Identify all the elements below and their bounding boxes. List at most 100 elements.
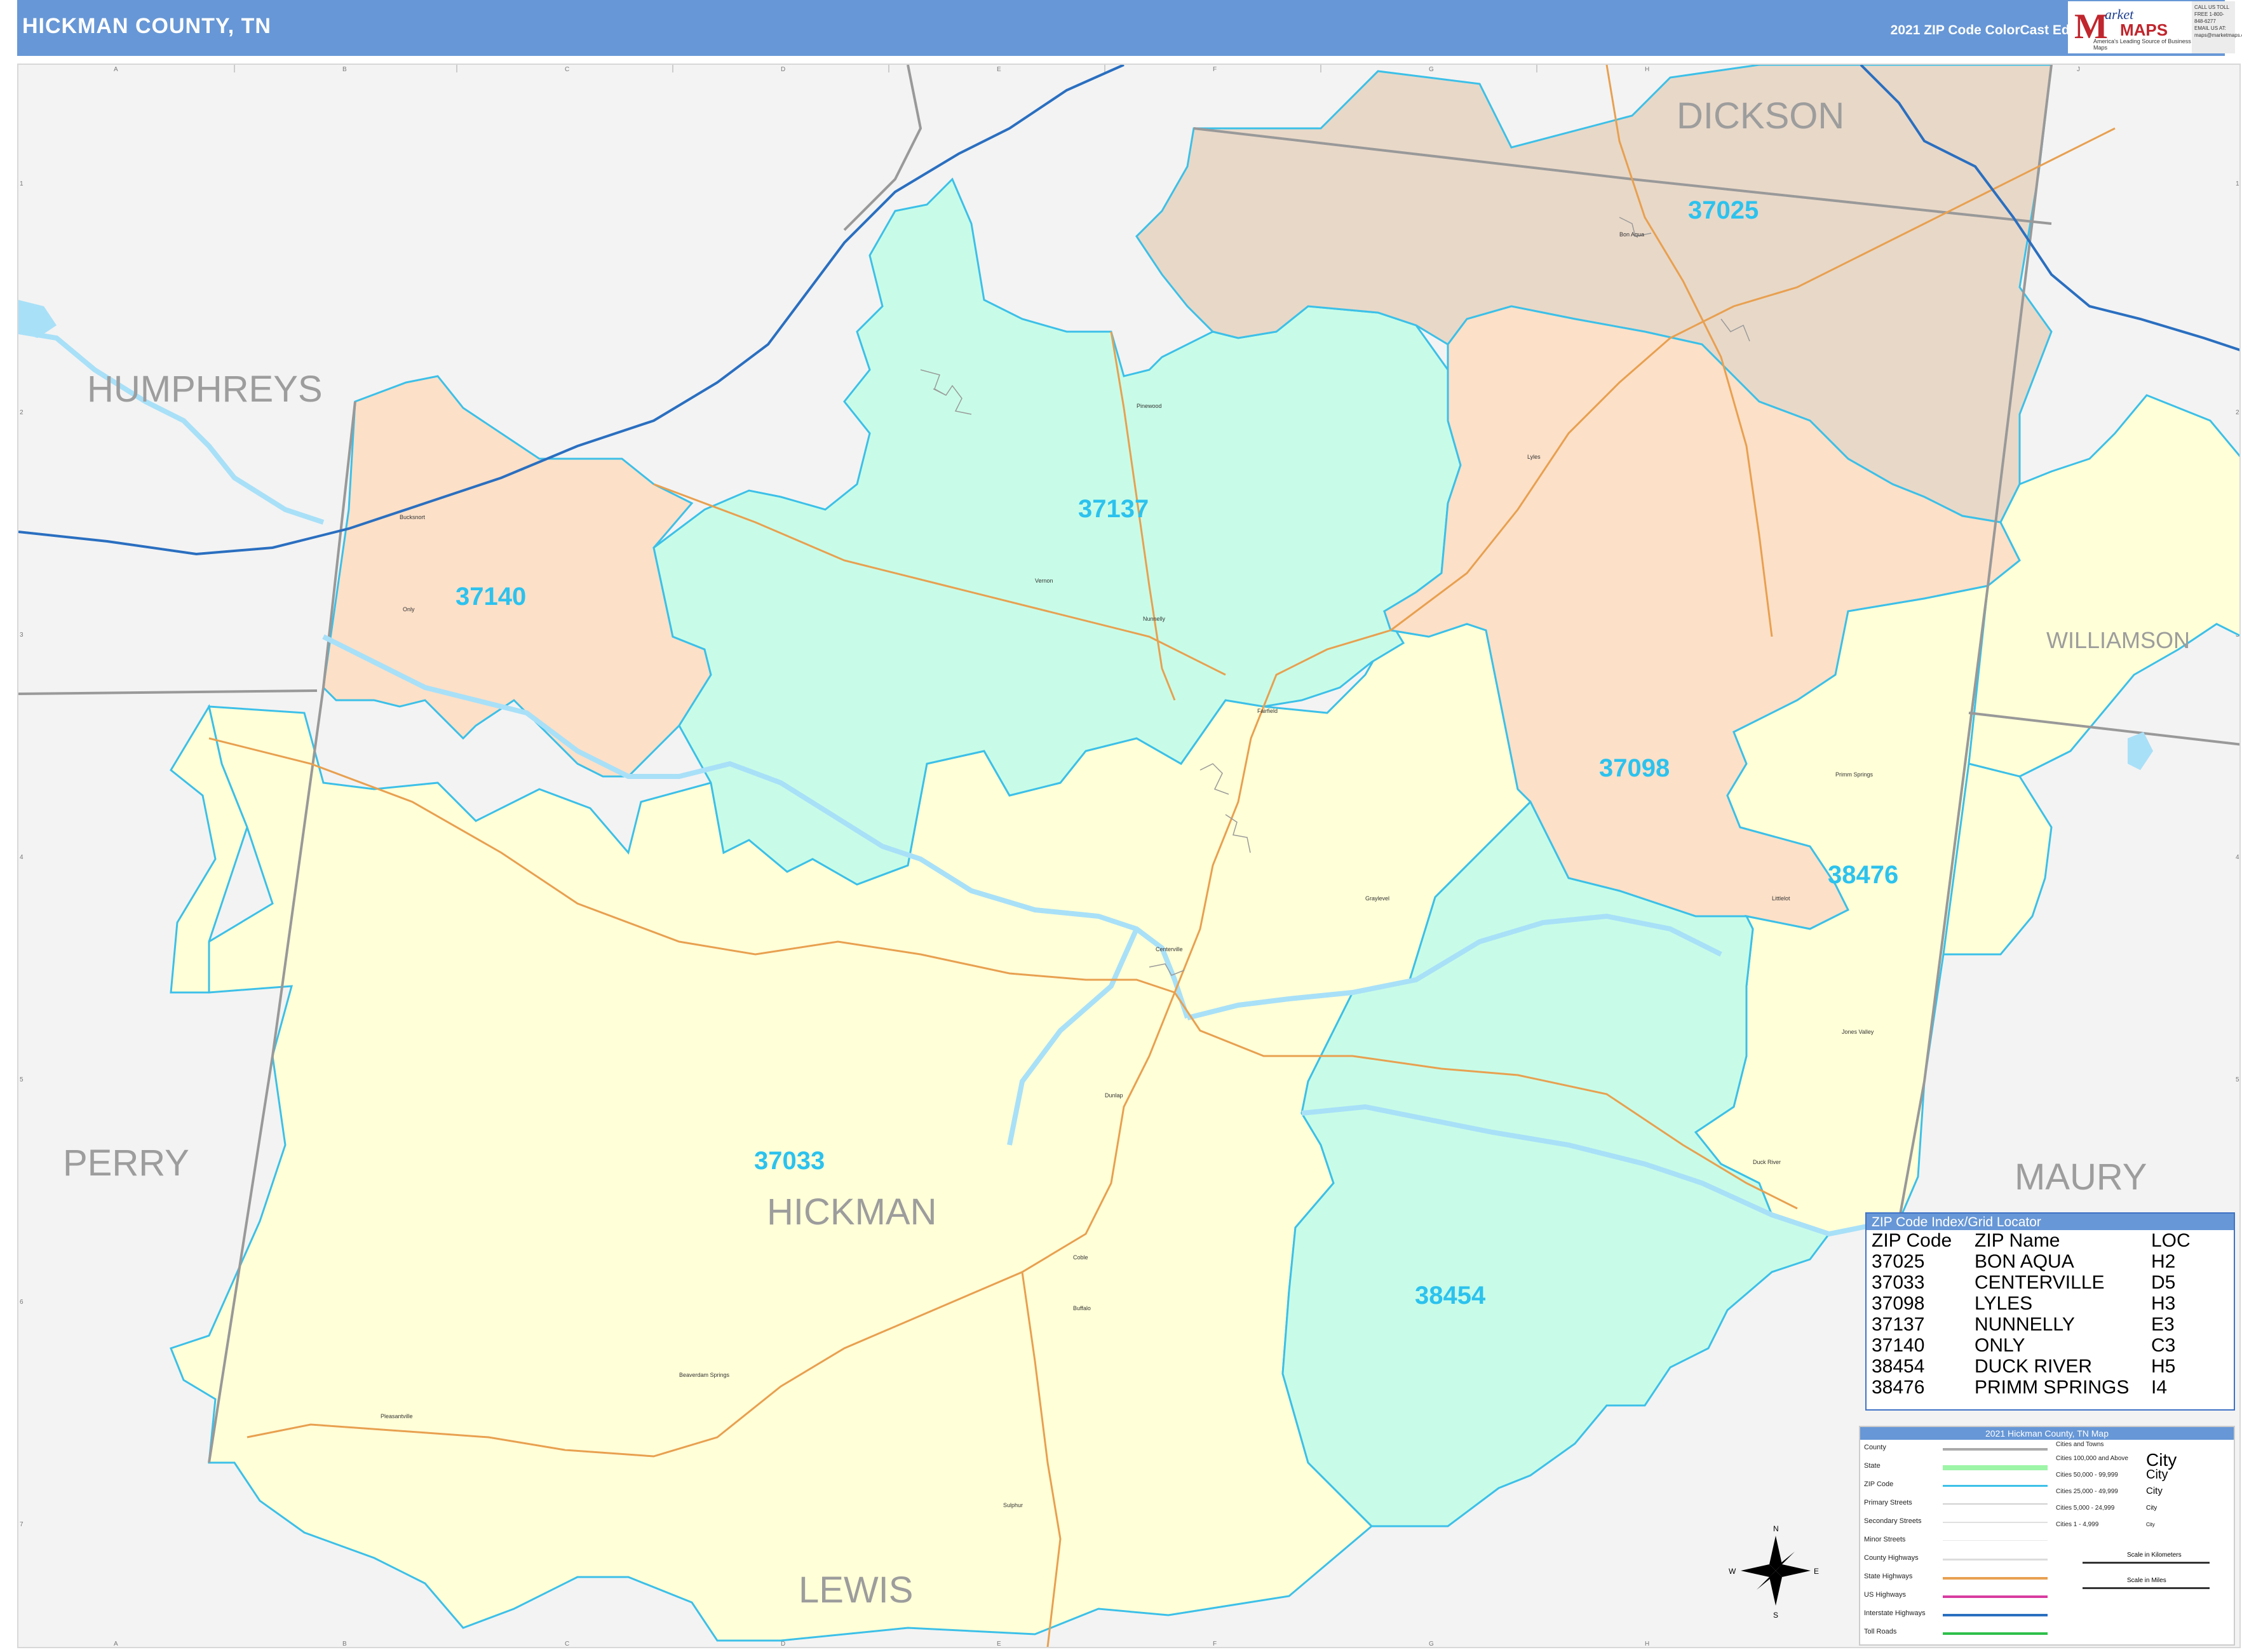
grid-col-c: C bbox=[565, 66, 569, 73]
scale-mi-bar bbox=[2083, 1587, 2210, 1589]
index-loc: E3 bbox=[2151, 1314, 2175, 1335]
table-row[interactable]: 37025 BON AQUA H2 bbox=[1867, 1251, 2234, 1272]
legend-county-line bbox=[1943, 1448, 2048, 1451]
legend-city-row-5: Cities 1 - 4,999 bbox=[2056, 1521, 2099, 1528]
contact-info: CALL US TOLL FREE 1-800-848-6277 EMAIL U… bbox=[2192, 1, 2242, 53]
grid-col-h-bottom: H bbox=[1645, 1641, 1649, 1648]
legend-primary: Primary Streets bbox=[1864, 1499, 1912, 1506]
index-zip: 37140 bbox=[1872, 1335, 1925, 1356]
county-map[interactable]: A B C D E F G H I J A B C D E F G H I J … bbox=[18, 65, 2241, 1648]
place-pinewood: Pinewood bbox=[1137, 403, 1162, 409]
table-row[interactable]: 37033 CENTERVILLE D5 bbox=[1867, 1272, 2234, 1293]
place-littlelot: Littlelot bbox=[1772, 895, 1790, 902]
grid-col-e-bottom: E bbox=[997, 1641, 1001, 1648]
zip-index-title: ZIP Code Index/Grid Locator bbox=[1867, 1214, 2234, 1230]
legend-state-hwy-line bbox=[1943, 1577, 2048, 1580]
legend-city-row-1: Cities 100,000 and Above bbox=[2056, 1455, 2128, 1462]
legend-title: 2021 Hickman County, TN Map bbox=[1860, 1427, 2234, 1440]
index-zip: 38476 bbox=[1872, 1377, 1925, 1398]
logo-maps-text: MAPS bbox=[2120, 20, 2168, 39]
index-name: BON AQUA bbox=[1975, 1251, 2074, 1272]
table-row[interactable]: 37140 ONLY C3 bbox=[1867, 1335, 2234, 1356]
grid-row-2-right: 2 bbox=[2236, 409, 2239, 416]
logo-tagline: America's Leading Source of Business Map… bbox=[2093, 38, 2191, 51]
table-row[interactable]: 38454 DUCK RIVER H5 bbox=[1867, 1356, 2234, 1377]
zip-label-38476: 38476 bbox=[1828, 861, 1898, 889]
index-loc: C3 bbox=[2151, 1335, 2176, 1356]
place-graylevel: Graylevel bbox=[1365, 895, 1389, 902]
legend-county-hwy-line bbox=[1943, 1559, 2048, 1561]
place-pleasantville: Pleasantville bbox=[381, 1413, 413, 1419]
grid-row-4-right: 4 bbox=[2236, 854, 2239, 861]
grid-col-b-bottom: B bbox=[342, 1641, 347, 1648]
legend-secondary-line bbox=[1943, 1522, 2048, 1523]
grid-col-d-bottom: D bbox=[781, 1641, 785, 1648]
legend-state-hwy: State Highways bbox=[1864, 1573, 1913, 1580]
index-name: PRIMM SPRINGS bbox=[1975, 1377, 2130, 1398]
place-lyles: Lyles bbox=[1527, 454, 1541, 460]
legend-us-hwy: US Highways bbox=[1864, 1591, 1907, 1599]
grid-col-c-bottom: C bbox=[565, 1641, 569, 1648]
zip-label-37033: 37033 bbox=[754, 1147, 825, 1175]
county-label-williamson: WILLIAMSON bbox=[2046, 627, 2190, 653]
grid-row-6: 6 bbox=[20, 1299, 24, 1306]
grid-row-7: 7 bbox=[20, 1521, 24, 1528]
legend-us-hwy-line bbox=[1943, 1595, 2048, 1598]
zip-label-38454: 38454 bbox=[1415, 1282, 1486, 1310]
legend-toll-line bbox=[1943, 1632, 2048, 1635]
table-row[interactable]: 37137 NUNNELLY E3 bbox=[1867, 1314, 2234, 1335]
county-label-humphreys: HUMPHREYS bbox=[87, 369, 323, 410]
grid-col-a-bottom: A bbox=[114, 1641, 118, 1648]
table-row[interactable]: 37098 LYLES H3 bbox=[1867, 1293, 2234, 1314]
grid-col-a: A bbox=[114, 66, 118, 73]
county-label-dickson: DICKSON bbox=[1677, 95, 1844, 137]
table-row[interactable]: 38476 PRIMM SPRINGS I4 bbox=[1867, 1377, 2234, 1398]
legend-city-sample-5: City bbox=[2146, 1522, 2155, 1527]
index-header-loc: LOC bbox=[2151, 1230, 2191, 1251]
grid-row-1: 1 bbox=[20, 180, 24, 187]
index-header-name: ZIP Name bbox=[1975, 1230, 2060, 1251]
grid-col-f: F bbox=[1213, 66, 1217, 73]
compass-w: W bbox=[1729, 1567, 1736, 1576]
county-label-maury: MAURY bbox=[2015, 1156, 2147, 1198]
legend-interstate: Interstate Highways bbox=[1864, 1609, 1926, 1617]
compass-n: N bbox=[1773, 1524, 1779, 1533]
grid-row-5-right: 5 bbox=[2236, 1076, 2239, 1083]
place-beaverdam-springs: Beaverdam Springs bbox=[679, 1372, 730, 1378]
legend-state: State bbox=[1864, 1462, 1881, 1470]
grid-row-3: 3 bbox=[20, 632, 24, 639]
grid-col-h: H bbox=[1645, 66, 1649, 73]
place-vernon: Vernon bbox=[1035, 578, 1053, 584]
county-label-hickman: HICKMAN bbox=[767, 1191, 936, 1233]
grid-row-4: 4 bbox=[20, 854, 24, 861]
grid-col-b: B bbox=[342, 66, 347, 73]
map-header: HICKMAN COUNTY, TN 2021 ZIP Code ColorCa… bbox=[17, 0, 2225, 56]
scale-km-bar bbox=[2083, 1562, 2210, 1564]
place-sulphur: Sulphur bbox=[1003, 1502, 1023, 1508]
compass-e: E bbox=[1814, 1567, 1819, 1576]
grid-col-g-bottom: G bbox=[1429, 1641, 1434, 1648]
place-buffalo: Buffalo bbox=[1073, 1305, 1091, 1311]
county-label-perry: PERRY bbox=[63, 1142, 189, 1184]
map-title: HICKMAN COUNTY, TN bbox=[22, 14, 271, 38]
grid-col-g: G bbox=[1429, 66, 1434, 73]
market-maps-logo[interactable]: M arket MAPS America's Leading Source of… bbox=[2068, 1, 2192, 53]
place-bucksnort: Bucksnort bbox=[400, 514, 426, 520]
zip-index-table: ZIP Code Index/Grid Locator ZIP Code ZIP… bbox=[1865, 1212, 2235, 1411]
legend-primary-line bbox=[1943, 1503, 2048, 1505]
place-primm-springs: Primm Springs bbox=[1835, 771, 1874, 778]
index-zip: 38454 bbox=[1872, 1356, 1925, 1377]
place-coble: Coble bbox=[1073, 1254, 1088, 1261]
legend-zip-line bbox=[1943, 1485, 2048, 1487]
index-name: NUNNELLY bbox=[1975, 1314, 2075, 1335]
index-name: ONLY bbox=[1975, 1335, 2025, 1356]
scale-mi-label: Scale in Miles bbox=[2127, 1577, 2166, 1584]
grid-col-j: J bbox=[2077, 66, 2080, 73]
index-loc: I4 bbox=[2151, 1377, 2168, 1398]
scale-km-label: Scale in Kilometers bbox=[2127, 1552, 2182, 1559]
county-label-lewis: LEWIS bbox=[799, 1569, 914, 1611]
edition-label: 2021 ZIP Code ColorCast Edition bbox=[1890, 23, 2098, 37]
zip-label-37140: 37140 bbox=[456, 583, 526, 611]
legend-secondary: Secondary Streets bbox=[1864, 1517, 1922, 1525]
place-bon-aqua: Bon Aqua bbox=[1619, 231, 1644, 238]
